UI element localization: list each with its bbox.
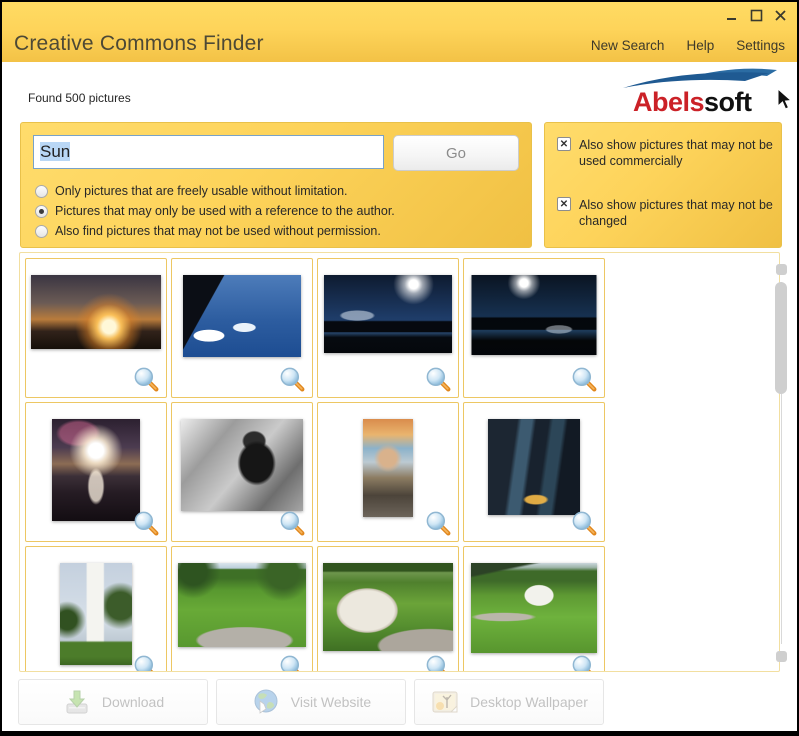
magnifier-icon[interactable] <box>571 654 597 672</box>
maximize-icon[interactable] <box>750 9 763 22</box>
picture-thumbnail <box>183 275 301 357</box>
license-option-2[interactable]: Also find pictures that may not be used … <box>35 221 395 241</box>
picture-tile[interactable] <box>463 258 605 398</box>
globe-icon <box>251 687 281 717</box>
picture-thumbnail <box>488 419 580 515</box>
filter-checkbox-1[interactable] <box>557 197 571 211</box>
license-radio-0[interactable] <box>35 185 48 198</box>
abelssoft-logo: Abelssoft <box>615 65 793 119</box>
picture-thumbnail <box>363 419 413 517</box>
license-options: Only pictures that are freely usable wit… <box>35 181 395 241</box>
filter-panel: Also show pictures that may not be used … <box>544 122 782 248</box>
license-option-0[interactable]: Only pictures that are freely usable wit… <box>35 181 395 201</box>
window-controls <box>726 9 787 22</box>
app-header: Creative Commons Finder New Search Help … <box>2 2 797 62</box>
nav-settings[interactable]: Settings <box>736 38 785 53</box>
app-window: Creative Commons Finder New Search Help … <box>0 0 799 736</box>
magnifier-icon[interactable] <box>279 366 305 392</box>
logo-cursor-icon <box>775 89 791 111</box>
page-title: Creative Commons Finder <box>14 32 264 56</box>
picture-tile[interactable] <box>25 546 167 672</box>
search-input[interactable]: Sun <box>33 135 384 169</box>
desktop-wallpaper-button[interactable]: Desktop Wallpaper <box>414 679 604 725</box>
visit-website-button[interactable]: Visit Website <box>216 679 406 725</box>
magnifier-icon[interactable] <box>133 510 159 536</box>
picture-thumbnail <box>31 275 161 349</box>
logo-text-secondary: soft <box>704 87 752 117</box>
picture-thumbnail <box>324 275 452 353</box>
filter-option-1[interactable]: Also show pictures that may not be chang… <box>557 197 775 229</box>
picture-tile[interactable] <box>25 258 167 398</box>
magnifier-icon[interactable] <box>425 366 451 392</box>
nav-new-search[interactable]: New Search <box>591 38 665 53</box>
license-radio-2[interactable] <box>35 225 48 238</box>
picture-thumbnail <box>181 419 303 511</box>
picture-tile[interactable] <box>317 546 459 672</box>
magnifier-icon[interactable] <box>133 654 159 672</box>
picture-thumbnail <box>471 563 597 653</box>
license-radio-1[interactable] <box>35 205 48 218</box>
picture-thumbnail <box>52 419 140 521</box>
logo-swoosh-icon <box>621 65 781 89</box>
picture-tile[interactable] <box>317 258 459 398</box>
go-button[interactable]: Go <box>393 135 519 171</box>
minimize-icon[interactable] <box>726 9 739 22</box>
picture-thumbnail <box>60 563 132 665</box>
search-panel: Sun Go Only pictures that are freely usa… <box>20 122 532 248</box>
scrollbar-up-button[interactable] <box>776 264 787 275</box>
license-option-1[interactable]: Pictures that may only be used with a re… <box>35 201 395 221</box>
magnifier-icon[interactable] <box>279 510 305 536</box>
picture-tile[interactable] <box>171 258 313 398</box>
picture-thumbnail <box>472 275 597 355</box>
magnifier-icon[interactable] <box>425 510 451 536</box>
scrollbar-thumb[interactable] <box>775 282 787 394</box>
picture-thumbnail <box>178 563 306 647</box>
footer-bar: Download Visit Website Desktop Wallpaper <box>2 673 797 731</box>
magnifier-icon[interactable] <box>279 654 305 672</box>
wallpaper-icon <box>430 687 460 717</box>
scrollbar-down-button[interactable] <box>776 651 787 662</box>
nav-help[interactable]: Help <box>686 38 714 53</box>
picture-thumbnail <box>323 563 453 651</box>
magnifier-icon[interactable] <box>133 366 159 392</box>
magnifier-icon[interactable] <box>571 510 597 536</box>
picture-tile[interactable] <box>25 402 167 542</box>
picture-tile[interactable] <box>463 402 605 542</box>
search-query-text: Sun <box>40 142 70 161</box>
filter-checkbox-0[interactable] <box>557 137 571 151</box>
magnifier-icon[interactable] <box>425 654 451 672</box>
download-icon <box>62 687 92 717</box>
picture-grid <box>19 252 780 672</box>
picture-tile[interactable] <box>171 402 313 542</box>
results-count: Found 500 pictures <box>28 91 131 105</box>
filter-option-0[interactable]: Also show pictures that may not be used … <box>557 137 775 169</box>
grid-scrollbar <box>775 260 788 664</box>
picture-tile[interactable] <box>463 546 605 672</box>
logo-text-primary: Abels <box>633 87 704 117</box>
download-button[interactable]: Download <box>18 679 208 725</box>
picture-tile[interactable] <box>317 402 459 542</box>
close-icon[interactable] <box>774 9 787 22</box>
picture-tile[interactable] <box>171 546 313 672</box>
magnifier-icon[interactable] <box>571 366 597 392</box>
